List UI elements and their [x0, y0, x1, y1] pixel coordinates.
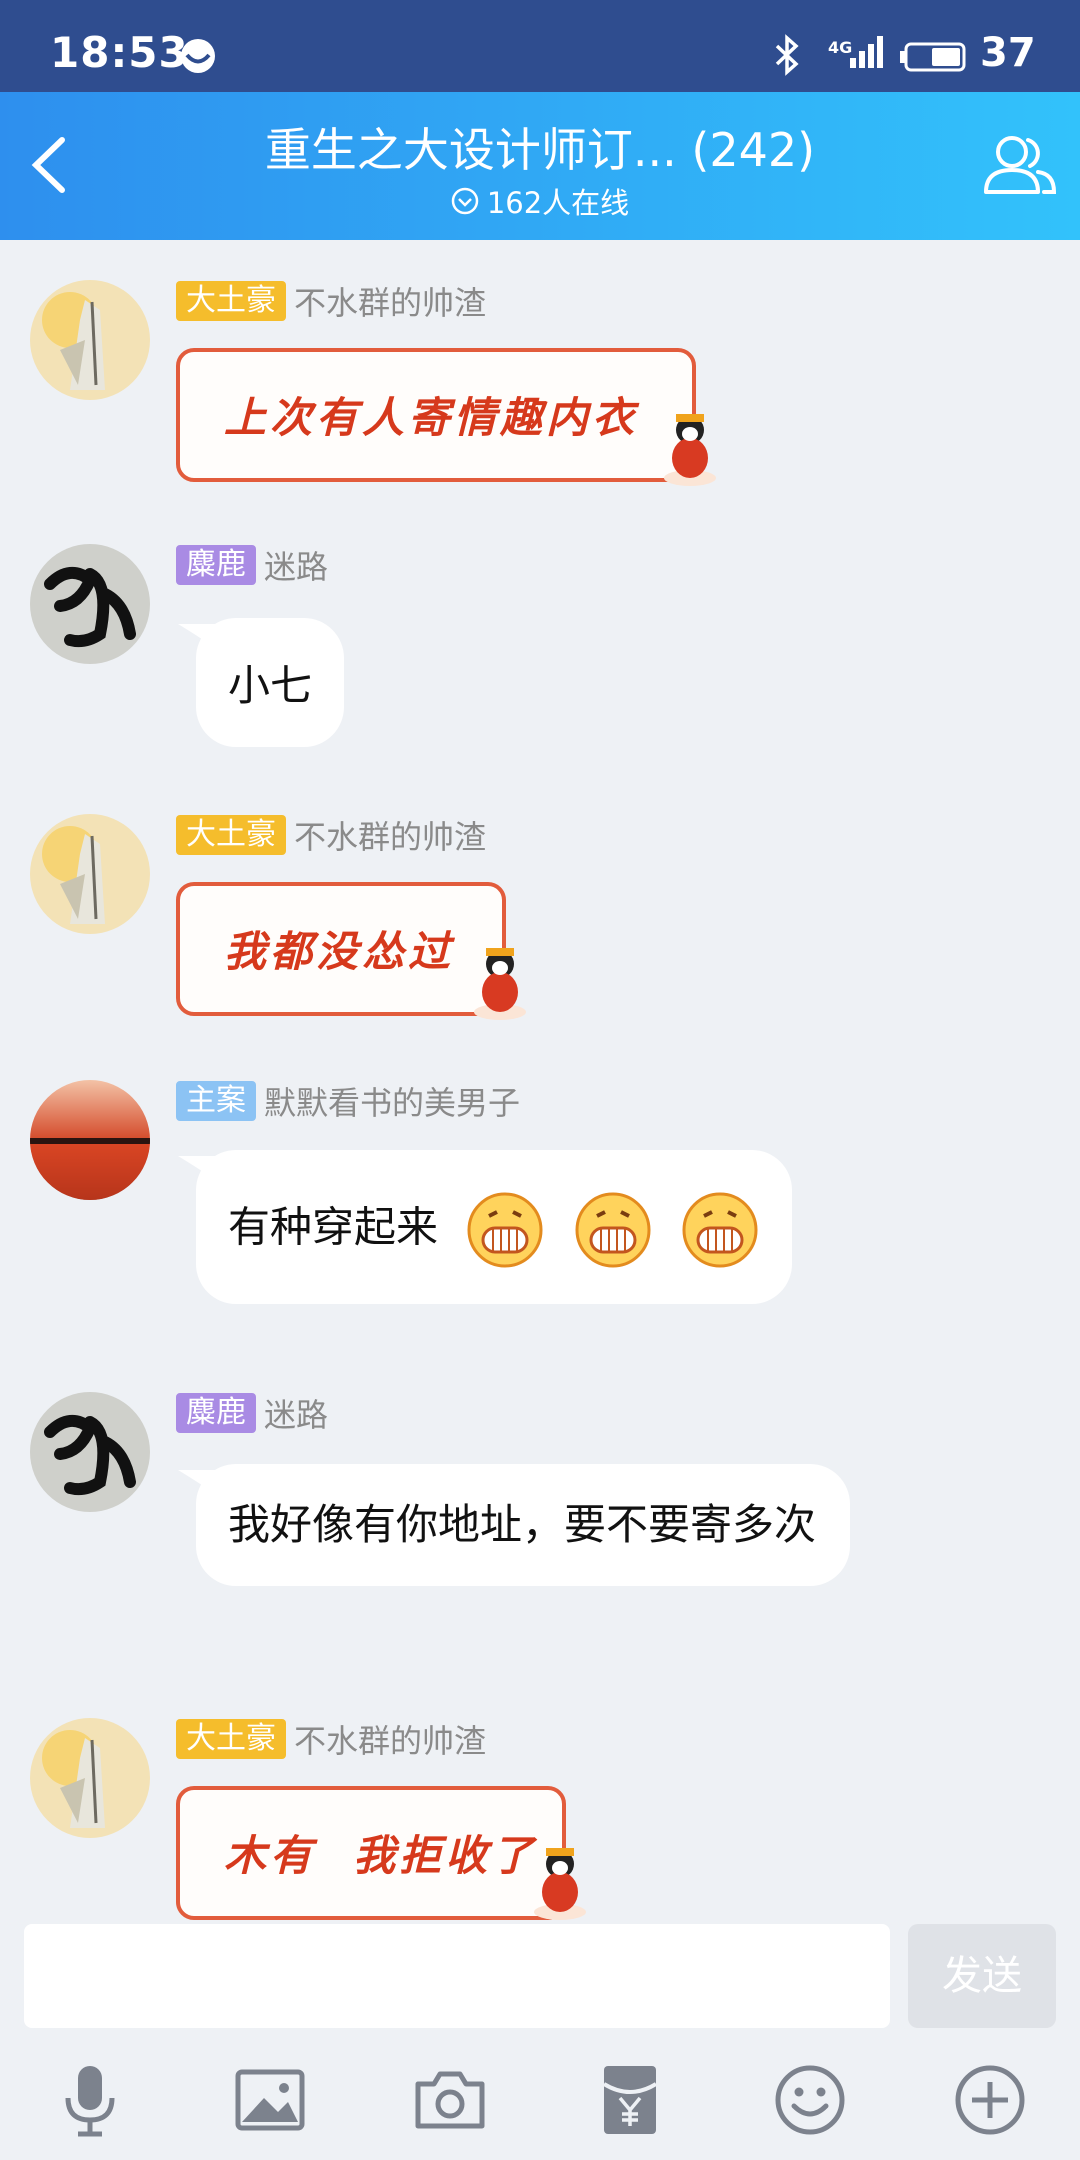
- bubble-tail: [178, 1156, 218, 1182]
- sender-meta: 大土豪 不水群的帅渣: [176, 278, 486, 324]
- grin-emoji-icon: [467, 1192, 543, 1268]
- avatar[interactable]: [30, 544, 150, 664]
- chat-header: 重生之大设计师订... (242) 162人在线: [0, 92, 1080, 240]
- message-list[interactable]: 大土豪 不水群的帅渣 上次有人寄情趣内衣 麋鹿 迷路 小七 大土豪 不水群的帅渣…: [0, 240, 1080, 1920]
- group-members-icon[interactable]: [980, 126, 1060, 206]
- message-text: 有种穿起来: [228, 1202, 439, 1252]
- grin-emoji-icon: [682, 1192, 758, 1268]
- message-text: 我好像有你地址，要不要寄多次: [228, 1500, 817, 1549]
- camera-icon[interactable]: [410, 2060, 490, 2140]
- battery-level: 37: [980, 30, 1036, 76]
- avatar[interactable]: [30, 1392, 150, 1512]
- message-text: 小七: [228, 661, 313, 710]
- message-text: 木有 我拒收了: [224, 1831, 538, 1880]
- decorated-bubble[interactable]: 上次有人寄情趣内衣: [176, 348, 736, 498]
- message-bubble[interactable]: 有种穿起来: [178, 1150, 793, 1304]
- sender-name[interactable]: 不水群的帅渣: [294, 812, 486, 858]
- sender-name[interactable]: 迷路: [264, 542, 328, 588]
- sender-name[interactable]: 默默看书的美男子: [264, 1078, 520, 1124]
- sender-meta: 麋鹿 迷路: [176, 1390, 328, 1436]
- member-badge: 麋鹿: [176, 545, 256, 585]
- status-time: 18:53: [50, 28, 189, 77]
- message-input[interactable]: [24, 1924, 890, 2028]
- online-count: 162人在线: [486, 186, 630, 220]
- image-icon[interactable]: [230, 2060, 310, 2140]
- group-title[interactable]: 重生之大设计师订... (242): [0, 114, 1080, 180]
- avatar[interactable]: [30, 280, 150, 400]
- message-bubble[interactable]: 我好像有你地址，要不要寄多次: [178, 1464, 850, 1586]
- status-bar: 18:53 4G 37: [0, 0, 1080, 92]
- bluetooth-icon: [775, 34, 799, 76]
- emoji-icon[interactable]: [770, 2060, 850, 2140]
- signal-icon: [850, 36, 883, 68]
- penguin-sticker-icon: [664, 414, 716, 486]
- battery-icon: [900, 42, 966, 72]
- sender-meta: 麋鹿 迷路: [176, 542, 328, 588]
- message-text: 我都没怂过: [224, 927, 455, 976]
- member-badge: 麋鹿: [176, 1393, 256, 1433]
- avatar[interactable]: [30, 1080, 150, 1200]
- red-packet-icon[interactable]: [590, 2060, 670, 2140]
- member-badge: 大土豪: [176, 281, 286, 321]
- decorated-bubble[interactable]: 我都没怂过: [176, 882, 556, 1032]
- decorated-bubble[interactable]: 木有 我拒收了: [176, 1786, 616, 1920]
- sender-meta: 大土豪 不水群的帅渣: [176, 812, 486, 858]
- mic-icon[interactable]: [50, 2060, 130, 2140]
- avatar[interactable]: [30, 814, 150, 934]
- sender-name[interactable]: 迷路: [264, 1390, 328, 1436]
- plus-icon[interactable]: [950, 2060, 1030, 2140]
- bubble-tail: [178, 1470, 218, 1496]
- avatar[interactable]: [30, 1718, 150, 1838]
- member-badge: 大土豪: [176, 1719, 286, 1759]
- online-status[interactable]: 162人在线: [0, 180, 1080, 222]
- sender-name[interactable]: 不水群的帅渣: [294, 1716, 486, 1762]
- penguin-sticker-icon: [474, 948, 526, 1020]
- bubble-tail: [178, 624, 218, 650]
- sender-meta: 大土豪 不水群的帅渣: [176, 1716, 486, 1762]
- message-bubble[interactable]: 小七: [178, 618, 345, 747]
- app-notification-icon: [181, 39, 215, 73]
- input-bar: 发送: [0, 1920, 1080, 2160]
- sender-meta: 主案 默默看书的美男子: [176, 1078, 520, 1124]
- sender-name[interactable]: 不水群的帅渣: [294, 278, 486, 324]
- penguin-sticker-icon: [534, 1848, 586, 1920]
- chevron-circle-down-icon: [451, 187, 479, 215]
- send-button[interactable]: 发送: [908, 1924, 1056, 2028]
- member-badge: 主案: [176, 1081, 256, 1121]
- member-badge: 大土豪: [176, 815, 286, 855]
- message-text: 上次有人寄情趣内衣: [224, 393, 639, 442]
- grin-emoji-icon: [575, 1192, 651, 1268]
